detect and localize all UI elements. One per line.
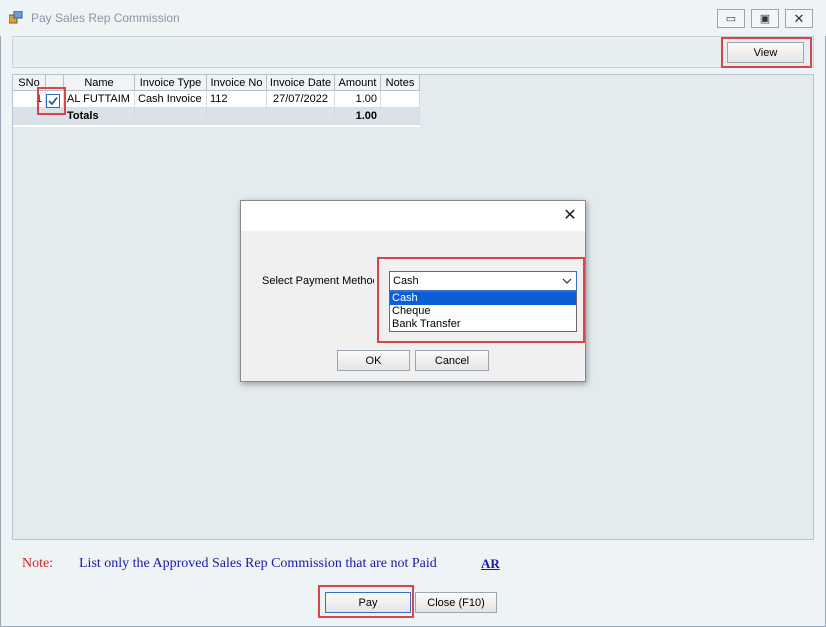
pay-button-highlight <box>318 585 414 618</box>
close-icon: ✕ <box>793 10 805 26</box>
dialog-title-bar <box>241 201 585 231</box>
checkbox-highlight <box>37 87 66 115</box>
payment-method-label: Select Payment Method <box>262 275 374 287</box>
cell-invoice-date[interactable]: 27/07/2022 <box>267 91 335 108</box>
col-header-name[interactable]: Name <box>64 75 135 91</box>
toolbar <box>12 36 814 68</box>
cell-name[interactable]: AL FUTTAIM <box>64 91 135 108</box>
totals-label: Totals <box>64 108 135 125</box>
col-header-amount[interactable]: Amount <box>335 75 381 91</box>
maximize-icon: ▣ <box>759 13 771 25</box>
cell-invoice-no[interactable]: 112 <box>207 91 267 108</box>
totals-empty-1 <box>135 108 207 125</box>
cancel-button[interactable]: Cancel <box>415 350 489 371</box>
close-icon: ✕ <box>563 207 577 224</box>
ok-button[interactable]: OK <box>337 350 410 371</box>
app-icon <box>8 10 23 24</box>
note-label: Note: <box>22 556 54 571</box>
col-header-invoice-no[interactable]: Invoice No <box>207 75 267 91</box>
commission-grid: SNo Name Invoice Type Invoice No Invoice… <box>13 75 420 127</box>
col-header-invoice-date[interactable]: Invoice Date <box>267 75 335 91</box>
ar-link[interactable]: AR <box>481 556 500 572</box>
cell-notes[interactable] <box>381 91 420 108</box>
cell-amount[interactable]: 1.00 <box>335 91 381 108</box>
maximize-button[interactable]: ▣ <box>751 9 779 28</box>
minimize-button[interactable]: ▭ <box>717 9 745 28</box>
totals-amount: 1.00 <box>335 108 381 125</box>
col-header-invoice-type[interactable]: Invoice Type <box>135 75 207 91</box>
window-close-button[interactable]: ✕ <box>785 9 813 28</box>
totals-empty-3 <box>267 108 335 125</box>
totals-empty-4 <box>381 108 420 125</box>
cell-invoice-type[interactable]: Cash Invoice <box>135 91 207 108</box>
close-f10-button[interactable]: Close (F10) <box>415 592 497 613</box>
col-header-notes[interactable]: Notes <box>381 75 420 91</box>
totals-empty-2 <box>207 108 267 125</box>
dropdown-highlight <box>377 257 585 343</box>
view-button-highlight <box>721 37 812 68</box>
window-title: Pay Sales Rep Commission <box>31 11 180 25</box>
note-text: List only the Approved Sales Rep Commiss… <box>79 556 437 571</box>
dialog-close-button[interactable]: ✕ <box>560 204 580 226</box>
minimize-icon: ▭ <box>725 13 737 25</box>
